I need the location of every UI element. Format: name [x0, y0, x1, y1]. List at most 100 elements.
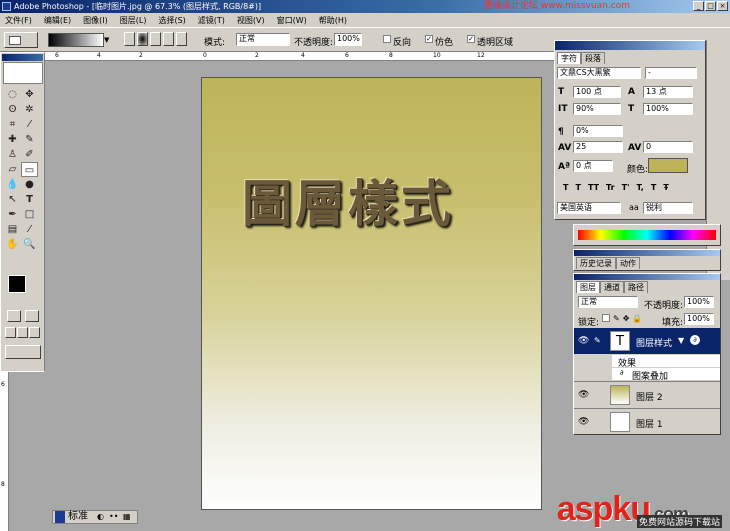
- hand-tool-icon[interactable]: ✋: [4, 237, 21, 252]
- imageready-jump-button[interactable]: [5, 345, 41, 359]
- marquee-tool-icon[interactable]: ◌: [4, 87, 21, 102]
- faux-italic-icon[interactable]: T: [575, 183, 580, 192]
- lasso-tool-icon[interactable]: ʘ: [4, 102, 21, 117]
- tab-character[interactable]: 字符: [557, 52, 581, 64]
- menu-file[interactable]: 文件(F): [4, 15, 33, 26]
- layer-row-text[interactable]: 👁 ✎ T 图层样式 ▼ ∂: [574, 328, 720, 354]
- brush-tool-icon[interactable]: ✎: [21, 132, 38, 147]
- healing-brush-icon[interactable]: ✚: [4, 132, 21, 147]
- color-ramp[interactable]: [578, 230, 716, 240]
- menu-select[interactable]: 选择(S): [157, 15, 186, 26]
- leading-input[interactable]: 13 点: [643, 86, 693, 98]
- tab-actions[interactable]: 动作: [616, 257, 640, 269]
- tab-history[interactable]: 历史记录: [576, 257, 616, 269]
- linear-gradient-icon[interactable]: [124, 32, 135, 46]
- eyedropper-icon[interactable]: ⁄: [21, 222, 38, 237]
- lock-move-icon[interactable]: ✥: [623, 314, 630, 323]
- screen-mode-full-menu-icon[interactable]: [17, 327, 28, 338]
- radial-gradient-icon[interactable]: [137, 32, 148, 46]
- tab-layers[interactable]: 图层: [576, 281, 600, 293]
- type-tool-icon[interactable]: T: [21, 192, 38, 207]
- menu-image[interactable]: 图像(I): [82, 15, 109, 26]
- visibility-eye-icon[interactable]: 👁: [578, 390, 589, 400]
- tab-paragraph[interactable]: 段落: [581, 52, 605, 64]
- quick-mask-icon[interactable]: [25, 310, 39, 322]
- layer-row-2[interactable]: 👁 图层 2: [574, 381, 720, 407]
- baseline-shift-input[interactable]: 0 点: [573, 160, 613, 172]
- faux-bold-icon[interactable]: T: [563, 183, 568, 192]
- lock-brush-icon[interactable]: ✎: [613, 314, 620, 323]
- tool-preset-button[interactable]: [4, 32, 38, 48]
- crop-tool-icon[interactable]: ⌗: [4, 117, 21, 132]
- move-tool-icon[interactable]: ✥: [21, 87, 38, 102]
- effect-row-pattern-overlay[interactable]: ∂ 图案叠加: [612, 368, 720, 382]
- kerning-pair-input[interactable]: 0: [643, 141, 693, 153]
- all-caps-icon[interactable]: TT: [588, 183, 599, 192]
- language-select[interactable]: 美国英语: [557, 202, 621, 214]
- reflected-gradient-icon[interactable]: [163, 32, 174, 46]
- menu-filter[interactable]: 滤镜(T): [197, 15, 226, 26]
- blur-tool-icon[interactable]: 💧: [4, 177, 21, 192]
- moon-icon[interactable]: ◐: [97, 512, 104, 521]
- menu-layer[interactable]: 图层(L): [119, 15, 148, 26]
- dots-icon[interactable]: ••: [109, 512, 118, 521]
- screen-mode-standard-icon[interactable]: [5, 327, 16, 338]
- notes-tool-icon[interactable]: ▤: [4, 222, 21, 237]
- maximize-button[interactable]: □: [705, 1, 716, 11]
- pen-tool-icon[interactable]: ✒: [4, 207, 21, 222]
- foreground-color[interactable]: [8, 275, 26, 293]
- subscript-icon[interactable]: T,: [636, 183, 643, 192]
- transparency-checkbox[interactable]: ✓: [467, 35, 475, 43]
- visibility-eye-icon[interactable]: 👁: [578, 417, 589, 427]
- small-caps-icon[interactable]: Tr: [606, 183, 615, 192]
- blend-mode-select[interactable]: 正常: [578, 296, 638, 308]
- tab-channels[interactable]: 通道: [600, 281, 624, 293]
- tracking-input[interactable]: 25: [573, 141, 623, 153]
- magic-wand-icon[interactable]: ✲: [21, 102, 38, 117]
- fill-input[interactable]: 100%: [684, 313, 714, 325]
- mode-select[interactable]: 正常: [236, 33, 290, 46]
- minimize-button[interactable]: _: [693, 1, 704, 11]
- diamond-gradient-icon[interactable]: [176, 32, 187, 46]
- dither-checkbox[interactable]: ✓: [425, 35, 433, 43]
- history-brush-icon[interactable]: ✐: [21, 147, 38, 162]
- menu-edit[interactable]: 编辑(E): [43, 15, 72, 26]
- lock-transparency-icon[interactable]: [602, 314, 610, 322]
- standard-mode-icon[interactable]: [7, 310, 21, 322]
- close-button[interactable]: ×: [717, 1, 728, 11]
- zoom-tool-icon[interactable]: 🔍: [21, 237, 38, 252]
- superscript-icon[interactable]: T': [622, 183, 630, 192]
- effects-toggle-icon[interactable]: ▼: [678, 336, 684, 345]
- visibility-eye-icon[interactable]: 👁: [578, 336, 589, 346]
- gradient-picker[interactable]: [48, 33, 104, 47]
- opacity-input[interactable]: 100%: [334, 33, 362, 46]
- antialias-select[interactable]: 锐利: [643, 202, 693, 214]
- kerning-input[interactable]: 0%: [573, 125, 623, 137]
- angle-gradient-icon[interactable]: [150, 32, 161, 46]
- dodge-tool-icon[interactable]: ●: [21, 177, 38, 192]
- slice-tool-icon[interactable]: ⁄: [21, 117, 38, 132]
- reverse-checkbox[interactable]: [383, 35, 391, 43]
- font-family-select[interactable]: 文鼎CS大黑繁: [557, 67, 641, 79]
- effects-group-row[interactable]: 效果: [612, 355, 720, 369]
- document-canvas[interactable]: 圖層樣式: [201, 77, 542, 510]
- gradient-tool-icon[interactable]: ▭: [21, 162, 38, 177]
- horizontal-scale-input[interactable]: 100%: [643, 103, 693, 115]
- feather-logo[interactable]: [3, 62, 43, 84]
- font-style-select[interactable]: -: [645, 67, 697, 79]
- font-size-input[interactable]: 100 点: [573, 86, 621, 98]
- menu-view[interactable]: 视图(V): [236, 15, 266, 26]
- layer-opacity-input[interactable]: 100%: [684, 296, 714, 308]
- lock-all-icon[interactable]: 🔒: [632, 314, 642, 323]
- strikethrough-icon[interactable]: Ŧ: [663, 183, 668, 192]
- menu-window[interactable]: 窗口(W): [276, 15, 308, 26]
- shape-tool-icon[interactable]: □: [21, 207, 38, 222]
- menu-help[interactable]: 帮助(H): [318, 15, 348, 26]
- path-select-icon[interactable]: ↖: [4, 192, 21, 207]
- clone-stamp-icon[interactable]: ♙: [4, 147, 21, 162]
- grid-icon[interactable]: ▦: [123, 512, 131, 521]
- screen-mode-full-icon[interactable]: [29, 327, 40, 338]
- vertical-scale-input[interactable]: 90%: [573, 103, 621, 115]
- eraser-tool-icon[interactable]: ▱: [4, 162, 21, 177]
- tab-paths[interactable]: 路径: [624, 281, 648, 293]
